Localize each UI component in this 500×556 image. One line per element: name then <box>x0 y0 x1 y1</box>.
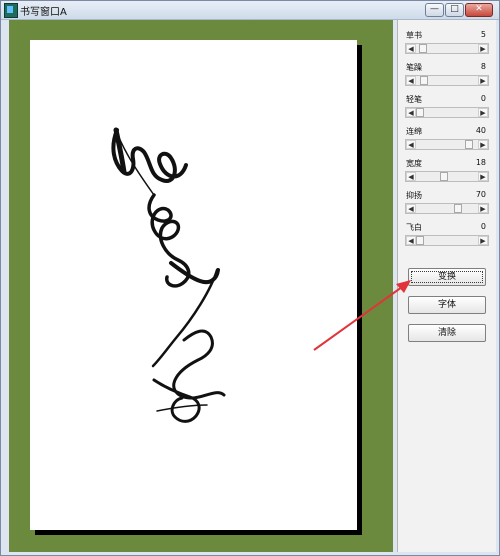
slider-left-arrow-icon[interactable]: ◀ <box>406 140 416 149</box>
slider-thumb[interactable] <box>418 44 427 53</box>
slider-thumb[interactable] <box>440 172 449 181</box>
slider-label: 飞白 <box>406 223 422 232</box>
slider-right-arrow-icon[interactable]: ▶ <box>478 76 488 85</box>
slider-flying-white[interactable]: ◀ ▶ <box>405 235 489 246</box>
control-panel: 草书 5 ◀ ▶ 笔躁 8 ◀ ▶ 轻笔 0 ◀ ▶ 连绵 40 ◀ ▶ 宽度 … <box>397 20 496 552</box>
slider-label: 轻笔 <box>406 95 422 104</box>
slider-right-arrow-icon[interactable]: ▶ <box>478 140 488 149</box>
slider-light-pen[interactable]: ◀ ▶ <box>405 107 489 118</box>
slider-cursive[interactable]: ◀ ▶ <box>405 43 489 54</box>
slider-left-arrow-icon[interactable]: ◀ <box>406 236 416 245</box>
slider-continuity[interactable]: ◀ ▶ <box>405 139 489 150</box>
app-window: 书写窗口A — □ ✕ 草书 5 ◀ ▶ 笔躁 8 ◀ ▶ 轻笔 0 ◀ ▶ 连… <box>0 0 500 556</box>
slider-left-arrow-icon[interactable]: ◀ <box>406 204 416 213</box>
title-bar[interactable]: 书写窗口A — □ ✕ <box>1 1 499 20</box>
slider-value: 0 <box>480 222 486 231</box>
slider-thumb[interactable] <box>416 236 424 245</box>
minimize-button[interactable]: — <box>425 3 444 17</box>
slider-label: 连绵 <box>406 127 422 136</box>
slider-pen-agitation[interactable]: ◀ ▶ <box>405 75 489 86</box>
slider-right-arrow-icon[interactable]: ▶ <box>478 108 488 117</box>
window-title: 书写窗口A <box>20 7 67 18</box>
slider-cadence[interactable]: ◀ ▶ <box>405 203 489 214</box>
slider-value: 5 <box>480 30 486 39</box>
slider-value: 18 <box>475 158 486 167</box>
app-icon <box>4 3 18 18</box>
slider-value: 0 <box>480 94 486 103</box>
close-button[interactable]: ✕ <box>465 3 493 17</box>
canvas-area <box>9 20 393 552</box>
font-button[interactable]: 字体 <box>408 296 486 314</box>
maximize-button[interactable]: □ <box>445 3 464 17</box>
slider-right-arrow-icon[interactable]: ▶ <box>478 204 488 213</box>
slider-thumb[interactable] <box>416 108 424 117</box>
slider-label: 宽度 <box>406 159 422 168</box>
slider-right-arrow-icon[interactable]: ▶ <box>478 44 488 53</box>
slider-left-arrow-icon[interactable]: ◀ <box>406 44 416 53</box>
slider-thumb[interactable] <box>464 140 473 149</box>
slider-right-arrow-icon[interactable]: ▶ <box>478 236 488 245</box>
slider-thumb[interactable] <box>453 204 462 213</box>
slider-left-arrow-icon[interactable]: ◀ <box>406 108 416 117</box>
window-controls: — □ ✕ <box>425 3 493 17</box>
slider-value: 8 <box>480 62 486 71</box>
slider-thumb[interactable] <box>420 76 429 85</box>
clear-button[interactable]: 清除 <box>408 324 486 342</box>
slider-width[interactable]: ◀ ▶ <box>405 171 489 182</box>
slider-left-arrow-icon[interactable]: ◀ <box>406 172 416 181</box>
slider-label: 笔躁 <box>406 63 422 72</box>
slider-right-arrow-icon[interactable]: ▶ <box>478 172 488 181</box>
slider-value: 70 <box>475 190 486 199</box>
slider-label: 草书 <box>406 31 422 40</box>
calligraphy-strokes <box>111 127 226 423</box>
transform-button[interactable]: 变换 <box>408 268 486 286</box>
writing-paper[interactable] <box>30 40 357 530</box>
slider-left-arrow-icon[interactable]: ◀ <box>406 76 416 85</box>
slider-label: 抑扬 <box>406 191 422 200</box>
slider-value: 40 <box>475 126 486 135</box>
